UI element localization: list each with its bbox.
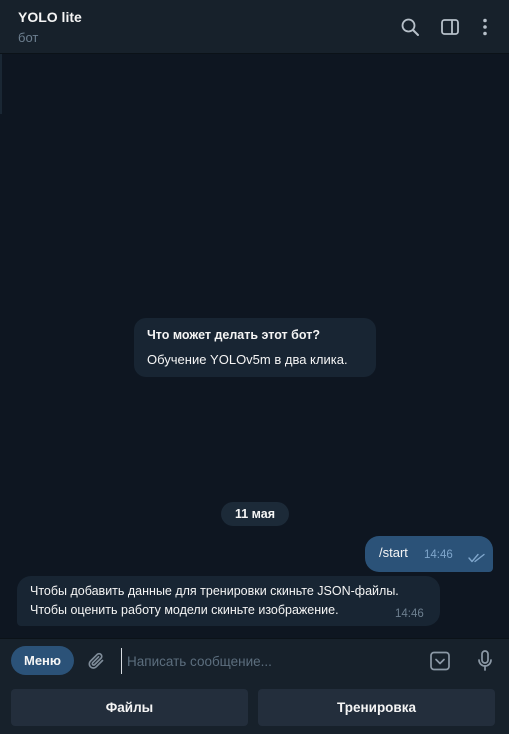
message-text-line: Чтобы добавить данные для тренировки ски…: [30, 584, 399, 598]
message-composer: Меню: [0, 638, 509, 682]
bot-keyboard-icon[interactable]: [428, 649, 452, 673]
keyboard-button-training[interactable]: Тренировка: [258, 689, 495, 726]
bot-info-title: Что может делать этот бот?: [147, 328, 320, 342]
message-text: /start: [379, 545, 408, 560]
bot-menu-button[interactable]: Меню: [11, 646, 74, 675]
search-icon[interactable]: [398, 15, 422, 39]
message-input[interactable]: [121, 648, 417, 674]
bot-info-text: Обучение YOLOv5m в два клика.: [147, 352, 348, 367]
more-vertical-icon[interactable]: [473, 15, 497, 39]
chat-title[interactable]: YOLO lite: [18, 9, 82, 25]
reply-keyboard: Файлы Тренировка: [0, 682, 509, 734]
divider: [0, 54, 2, 114]
message-time: 14:46: [395, 608, 424, 620]
incoming-message[interactable]: Чтобы добавить данные для тренировки ски…: [17, 576, 440, 626]
message-text-line: Чтобы оценить работу модели скиньте изоб…: [30, 603, 339, 617]
attach-icon[interactable]: [85, 649, 109, 673]
sidebar-toggle-icon[interactable]: [438, 15, 462, 39]
read-receipt-icon: [468, 550, 486, 568]
date-separator: 11 мая: [221, 502, 289, 526]
chat-history[interactable]: Что может делать этот бот? Обучение YOLO…: [0, 54, 509, 638]
message-time: 14:46: [424, 549, 453, 561]
keyboard-button-files[interactable]: Файлы: [11, 689, 248, 726]
outgoing-message[interactable]: /start 14:46: [365, 536, 493, 572]
chat-subtitle: бот: [18, 30, 39, 45]
microphone-icon[interactable]: [473, 648, 497, 674]
chat-header: YOLO lite бот: [0, 0, 509, 54]
bot-info-card: Что может делать этот бот? Обучение YOLO…: [134, 318, 376, 377]
